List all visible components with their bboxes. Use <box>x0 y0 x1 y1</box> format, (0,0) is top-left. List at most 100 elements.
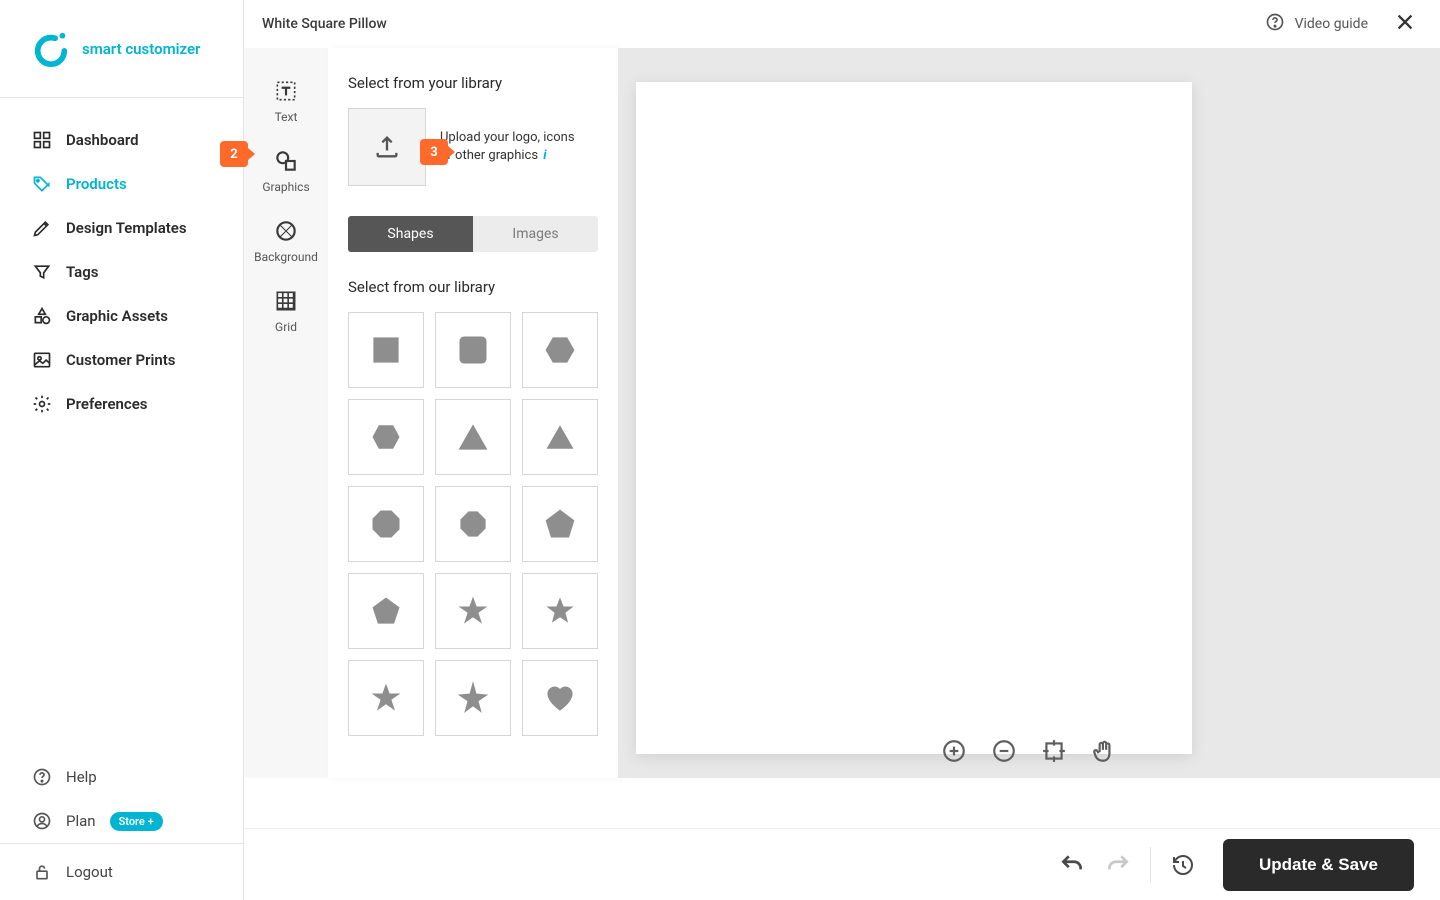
shape-star5-alt[interactable] <box>522 573 598 649</box>
background-icon <box>273 218 299 244</box>
tab-images[interactable]: Images <box>473 216 598 252</box>
upload-icon <box>373 133 401 161</box>
nav-label: Customer Prints <box>66 351 176 369</box>
canvas-area <box>618 48 1440 778</box>
footer-logout-label: Logout <box>66 863 113 881</box>
shape-pentagon-alt[interactable] <box>348 573 424 649</box>
history-button[interactable] <box>1169 851 1197 879</box>
close-icon <box>1394 11 1416 33</box>
filter-icon <box>32 262 52 282</box>
tool-label: Graphics <box>262 180 309 194</box>
tool-label: Text <box>275 110 298 124</box>
shape-grid <box>348 312 598 736</box>
center-button[interactable] <box>1039 736 1069 766</box>
shape-triangle[interactable] <box>435 399 511 475</box>
tool-label: Background <box>254 250 318 264</box>
nav-tags[interactable]: Tags <box>0 250 243 294</box>
shape-star-outline[interactable] <box>435 660 511 736</box>
brand-name: smart customizer <box>82 40 200 58</box>
sidebar-nav: Dashboard Products Design Templates Tags… <box>0 98 243 755</box>
pan-button[interactable] <box>1089 736 1119 766</box>
info-icon[interactable]: i <box>543 148 546 163</box>
graphics-icon <box>273 148 299 174</box>
canvas-tools <box>939 736 1119 766</box>
sidebar-footer: Help Plan Store + Logout <box>0 755 243 900</box>
upload-description: Upload your logo, icons or other graphic… <box>440 129 575 164</box>
footer-logout[interactable]: Logout <box>0 844 243 900</box>
help-icon <box>32 767 52 787</box>
zoom-in-button[interactable] <box>939 736 969 766</box>
shapes-images-toggle: Shapes Images <box>348 216 598 252</box>
nav-products[interactable]: Products <box>0 162 243 206</box>
text-icon <box>273 78 299 104</box>
tag-icon <box>32 174 52 194</box>
shape-triangle-alt[interactable] <box>522 399 598 475</box>
nav-dashboard[interactable]: Dashboard <box>0 118 243 162</box>
our-library-heading: Select from our library <box>348 278 598 296</box>
history-group <box>1058 847 1197 883</box>
footer-help[interactable]: Help <box>0 755 243 799</box>
sidebar: smart customizer Dashboard Products Desi… <box>0 0 244 900</box>
nav-design-templates[interactable]: Design Templates <box>0 206 243 250</box>
topbar: White Square Pillow Video guide <box>244 0 1440 48</box>
footer-help-label: Help <box>66 768 97 786</box>
shape-heart[interactable] <box>522 660 598 736</box>
footer-plan[interactable]: Plan Store + <box>0 799 243 843</box>
nav-label: Design Templates <box>66 219 187 237</box>
user-icon <box>32 811 52 831</box>
nav-label: Tags <box>66 263 99 281</box>
image-icon <box>32 350 52 370</box>
product-canvas[interactable] <box>636 82 1192 754</box>
tool-graphics[interactable]: Graphics <box>244 144 328 198</box>
redo-button[interactable] <box>1104 851 1132 879</box>
gear-icon <box>32 394 52 414</box>
your-library-heading: Select from your library <box>348 74 598 92</box>
update-save-button[interactable]: Update & Save <box>1223 839 1414 891</box>
hint-badge-3: 3 <box>420 139 448 165</box>
pencil-ruler-icon <box>32 218 52 238</box>
undo-button[interactable] <box>1058 851 1086 879</box>
shape-octagon-alt[interactable] <box>435 486 511 562</box>
zoom-out-button[interactable] <box>989 736 1019 766</box>
footer-plan-label: Plan <box>66 812 96 830</box>
tool-grid[interactable]: Grid <box>244 284 328 338</box>
close-button[interactable] <box>1394 11 1416 37</box>
shape-octagon[interactable] <box>348 486 424 562</box>
grid-icon <box>273 288 299 314</box>
hint-badge-2: 2 <box>220 141 248 167</box>
bottom-bar: Update & Save <box>244 828 1440 900</box>
page-title: White Square Pillow <box>262 16 387 32</box>
tools-rail: Text Graphics Background Grid <box>244 48 328 778</box>
plan-badge: Store + <box>110 812 163 831</box>
divider <box>1150 847 1151 883</box>
nav-customer-prints[interactable]: Customer Prints <box>0 338 243 382</box>
graphics-panel: Select from your library Upload your log… <box>328 48 618 778</box>
tool-label: Grid <box>275 320 297 334</box>
shape-square[interactable] <box>348 312 424 388</box>
tool-background[interactable]: Background <box>244 214 328 268</box>
upload-button[interactable] <box>348 108 426 186</box>
nav-label: Graphic Assets <box>66 307 168 325</box>
video-guide-label: Video guide <box>1295 16 1368 32</box>
brand-logo-icon <box>32 30 70 68</box>
shape-star5[interactable] <box>435 573 511 649</box>
upload-row: Upload your logo, icons or other graphic… <box>348 108 598 186</box>
nav-graphic-assets[interactable]: Graphic Assets <box>0 294 243 338</box>
lock-icon <box>32 862 52 882</box>
help-circle-icon <box>1265 12 1285 36</box>
sidebar-header: smart customizer <box>0 0 243 98</box>
dashboard-icon <box>32 130 52 150</box>
tab-shapes[interactable]: Shapes <box>348 216 473 252</box>
nav-preferences[interactable]: Preferences <box>0 382 243 426</box>
shape-pentagon[interactable] <box>522 486 598 562</box>
nav-label: Preferences <box>66 395 148 413</box>
nav-label: Dashboard <box>66 131 139 149</box>
shape-hexagon-alt[interactable] <box>348 399 424 475</box>
shape-hexagon[interactable] <box>522 312 598 388</box>
nav-label: Products <box>66 175 127 193</box>
topbar-right: Video guide <box>1265 11 1416 37</box>
video-guide-link[interactable]: Video guide <box>1265 12 1368 36</box>
shape-rounded-square[interactable] <box>435 312 511 388</box>
tool-text[interactable]: Text <box>244 74 328 128</box>
shape-star5-solid[interactable] <box>348 660 424 736</box>
